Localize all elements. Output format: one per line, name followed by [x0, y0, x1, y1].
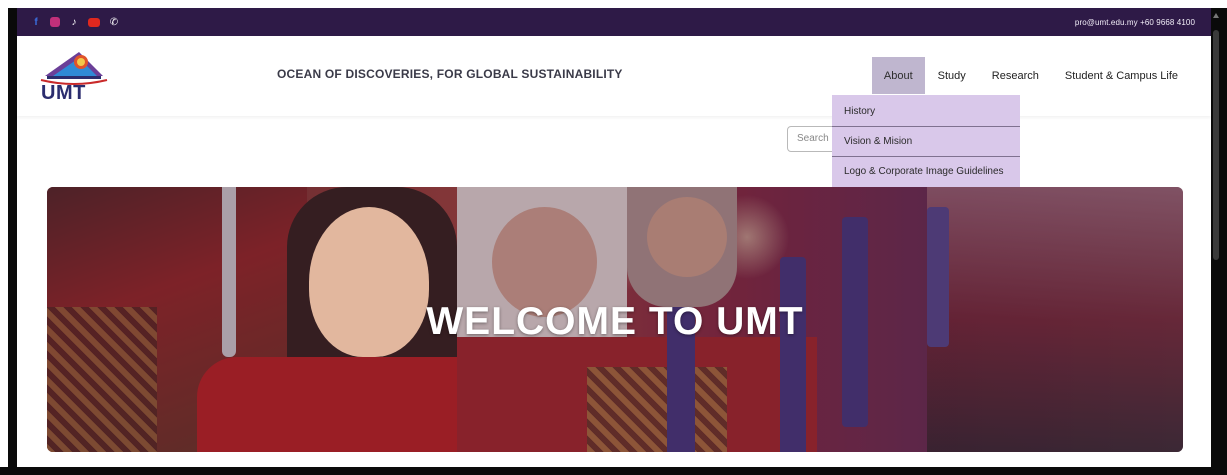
contact-info[interactable]: pro@umt.edu.my +60 9668 4100: [1075, 18, 1211, 27]
scrollbar-thumb[interactable]: [1213, 30, 1219, 260]
scroll-up-arrow-icon[interactable]: [1213, 13, 1219, 18]
youtube-icon[interactable]: [88, 17, 100, 27]
nav-study[interactable]: Study: [925, 57, 979, 94]
window-left-margin: [0, 8, 8, 475]
facebook-icon[interactable]: f: [31, 17, 41, 28]
social-links: f ♪ ✆: [17, 17, 119, 28]
phone-icon[interactable]: ✆: [109, 17, 119, 28]
main-nav: About Study Research Student & Campus Li…: [871, 57, 1191, 94]
dropdown-item-history[interactable]: History: [832, 97, 1020, 127]
nav-about[interactable]: About: [871, 57, 925, 94]
dropdown-item-vision-mision[interactable]: Vision & Mision: [832, 127, 1020, 157]
site-header: UMT OCEAN OF DISCOVERIES, FOR GLOBAL SUS…: [17, 36, 1211, 116]
window-top-edge: [0, 0, 1227, 8]
nav-research[interactable]: Research: [979, 57, 1052, 94]
tiktok-icon[interactable]: ♪: [69, 17, 79, 28]
top-bar: f ♪ ✆ pro@umt.edu.my +60 9668 4100: [17, 8, 1211, 36]
instagram-icon[interactable]: [50, 17, 60, 27]
hero-title: WELCOME TO UMT: [426, 300, 804, 343]
logo-text: UMT: [41, 82, 86, 104]
site-tagline: OCEAN OF DISCOVERIES, FOR GLOBAL SUSTAIN…: [277, 67, 623, 81]
hero-banner: WELCOME TO UMT: [47, 187, 1183, 452]
window-bottom-edge: [0, 467, 1227, 475]
about-dropdown-menu: History Vision & Mision Logo & Corporate…: [832, 95, 1020, 187]
dropdown-item-logo-guidelines[interactable]: Logo & Corporate Image Guidelines: [832, 157, 1020, 187]
nav-student-campus-life[interactable]: Student & Campus Life: [1052, 57, 1191, 94]
